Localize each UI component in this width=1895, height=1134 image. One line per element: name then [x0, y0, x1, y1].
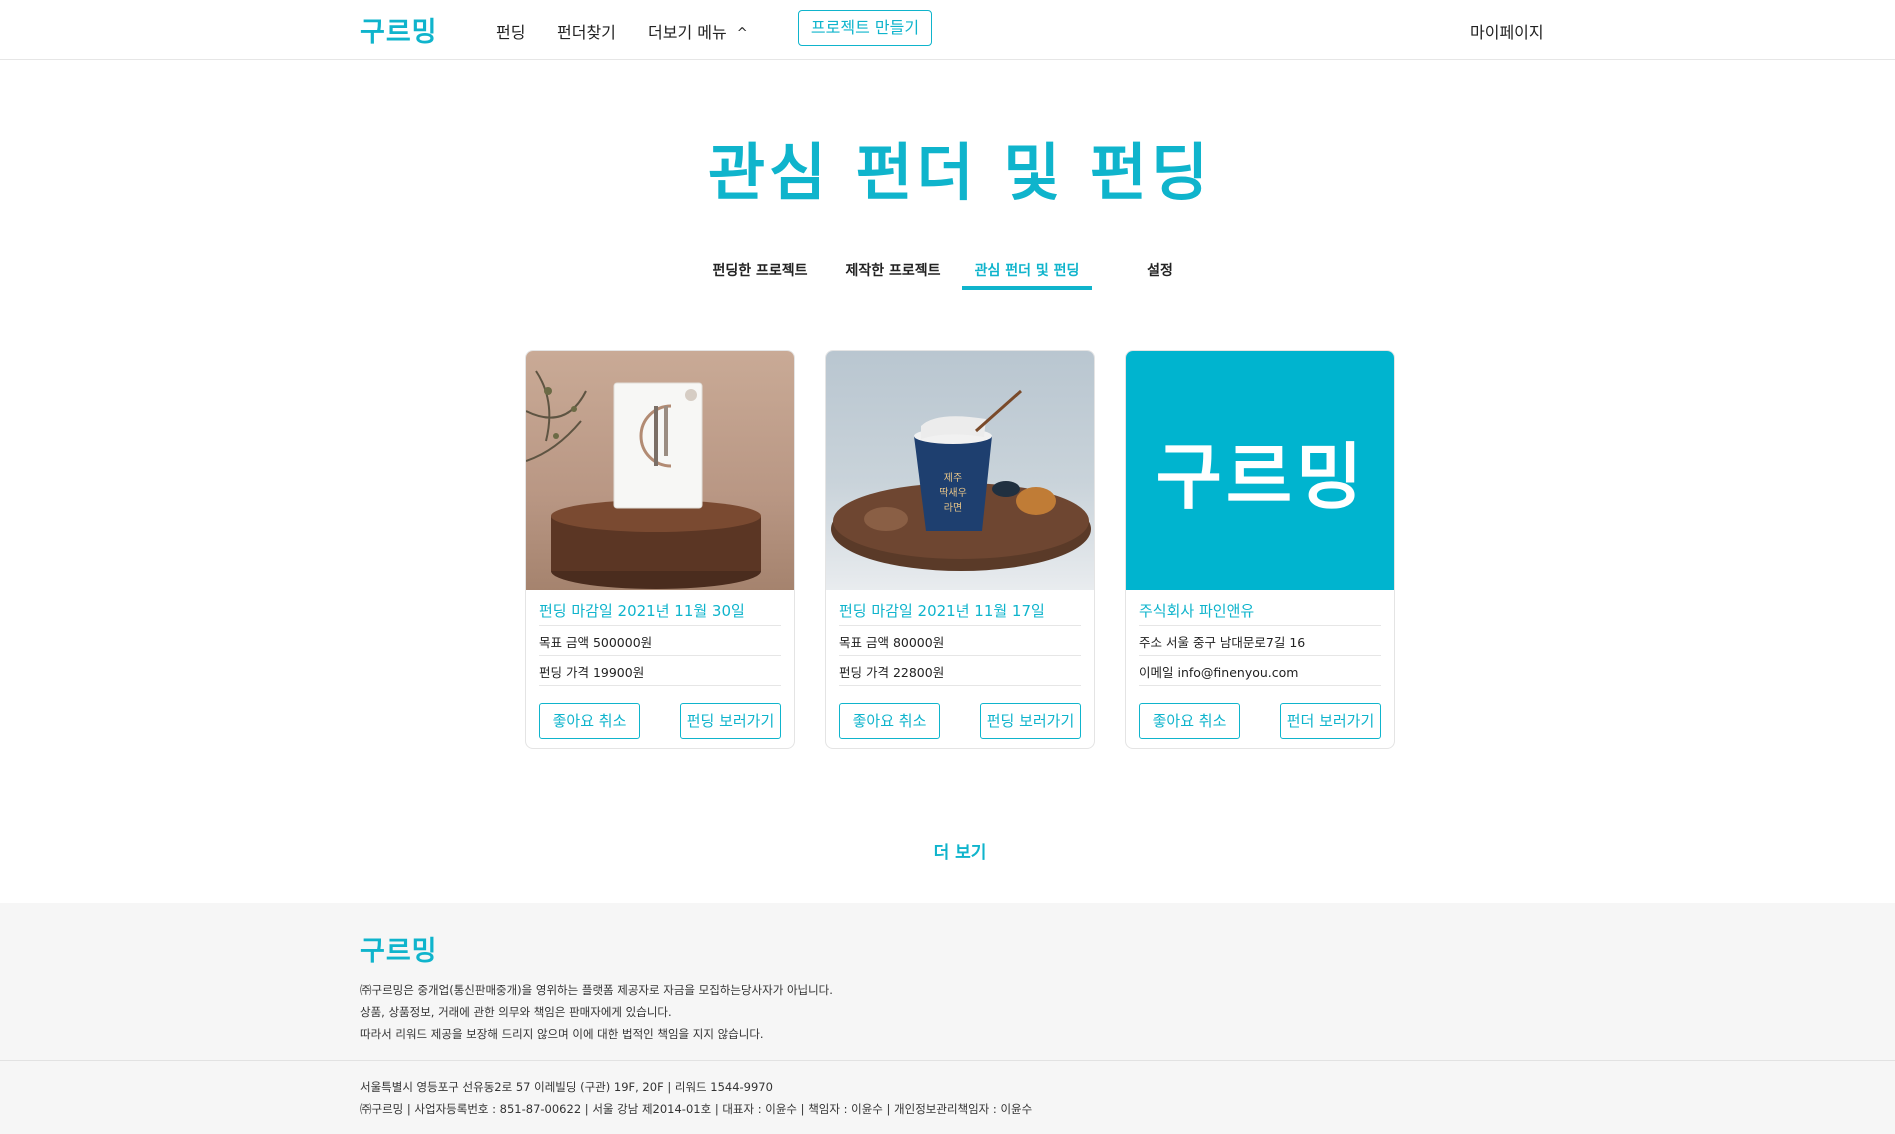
- product-image[interactable]: 제주 딱새우 라면: [826, 351, 1094, 590]
- footer-logo: 구르밍: [360, 936, 438, 967]
- create-project-button[interactable]: 프로젝트 만들기: [798, 10, 932, 46]
- card-actions: 좋아요 취소 펀딩 보러가기: [839, 703, 1081, 739]
- card-goal-amount: 목표 금액 500000원: [539, 626, 781, 656]
- card-deadline: 펀딩 마감일 2021년 11월 30일: [539, 600, 781, 626]
- interest-card: 제주 딱새우 라면 펀딩 마감일 2021년 11월 17일 목표 금액 800…: [825, 350, 1095, 749]
- card-price: 펀딩 가격 22800원: [839, 656, 1081, 686]
- card-goal-amount: 목표 금액 80000원: [839, 626, 1081, 656]
- load-more-button[interactable]: 더 보기: [0, 838, 1895, 863]
- unlike-button[interactable]: 좋아요 취소: [839, 703, 940, 739]
- interest-card: 펀딩 마감일 2021년 11월 30일 목표 금액 500000원 펀딩 가격…: [525, 350, 795, 749]
- card-deadline: 펀딩 마감일 2021년 11월 17일: [839, 600, 1081, 626]
- card-price: 펀딩 가격 19900원: [539, 656, 781, 686]
- card-company-name: 주식회사 파인앤유: [1139, 600, 1381, 626]
- brand-logo[interactable]: 구르밍: [360, 10, 438, 49]
- unlike-button[interactable]: 좋아요 취소: [539, 703, 640, 739]
- footer: 구르밍 ㈜구르밍은 중개업(통신판매중개)을 영위하는 플랫폼 제공자로 자금을…: [0, 903, 1895, 1134]
- svg-text:딱새우: 딱새우: [939, 487, 967, 499]
- funder-logo-text: 구르밍: [1155, 435, 1367, 519]
- footer-divider: [0, 1060, 1895, 1061]
- card-actions: 좋아요 취소 펀더 보러가기: [1139, 703, 1381, 739]
- tab-funded-projects[interactable]: 펀딩한 프로젝트: [700, 260, 820, 290]
- nav-find-funder[interactable]: 펀더찾기: [557, 19, 616, 43]
- nav-funding[interactable]: 펀딩: [496, 19, 525, 43]
- mypage-link[interactable]: 마이페이지: [1470, 19, 1544, 43]
- footer-company-info: ㈜구르밍 | 사업자등록번호 : 851-87-00622 | 서울 강남 제2…: [360, 1102, 1033, 1116]
- nav-more-menu[interactable]: 더보기 메뉴 ^: [648, 19, 748, 43]
- svg-text:제주: 제주: [944, 472, 962, 484]
- nav-more-menu-label: 더보기 메뉴: [648, 23, 727, 42]
- footer-note: 따라서 리워드 제공을 보장해 드리지 않으며 이에 대한 법적인 책임을 지지…: [360, 1027, 764, 1041]
- svg-text:라면: 라면: [944, 502, 962, 514]
- footer-note: ㈜구르밍은 중개업(통신판매중개)을 영위하는 플랫폼 제공자로 자금을 모집하…: [360, 983, 833, 997]
- product-image[interactable]: [526, 351, 794, 590]
- footer-note: 상품, 상품정보, 거래에 관한 의무와 책임은 판매자에게 있습니다.: [360, 1005, 672, 1019]
- view-funding-button[interactable]: 펀딩 보러가기: [680, 703, 781, 739]
- card-address: 주소 서울 중구 남대문로7길 16: [1139, 626, 1381, 656]
- chevron-up-icon: ^: [736, 26, 748, 41]
- tab-settings[interactable]: 설정: [1128, 260, 1192, 290]
- footer-address: 서울특별시 영등포구 선유동2로 57 이레빌딩 (구관) 19F, 20F |…: [360, 1080, 773, 1094]
- page-title: 관심 펀더 및 펀딩: [707, 136, 1213, 209]
- interest-card: 구르밍 주식회사 파인앤유 주소 서울 중구 남대문로7길 16 이메일 inf…: [1125, 350, 1395, 749]
- view-funding-button[interactable]: 펀딩 보러가기: [980, 703, 1081, 739]
- tab-interest[interactable]: 관심 펀더 및 펀딩: [962, 260, 1092, 290]
- card-email: 이메일 info@finenyou.com: [1139, 656, 1381, 686]
- card-actions: 좋아요 취소 펀딩 보러가기: [539, 703, 781, 739]
- unlike-button[interactable]: 좋아요 취소: [1139, 703, 1240, 739]
- view-funder-button[interactable]: 펀더 보러가기: [1280, 703, 1381, 739]
- top-header: 구르밍 펀딩 펀더찾기 더보기 메뉴 ^ 프로젝트 만들기 마이페이지: [0, 0, 1895, 60]
- funder-logo-image[interactable]: 구르밍: [1126, 351, 1394, 590]
- tab-created-projects[interactable]: 제작한 프로젝트: [833, 260, 953, 290]
